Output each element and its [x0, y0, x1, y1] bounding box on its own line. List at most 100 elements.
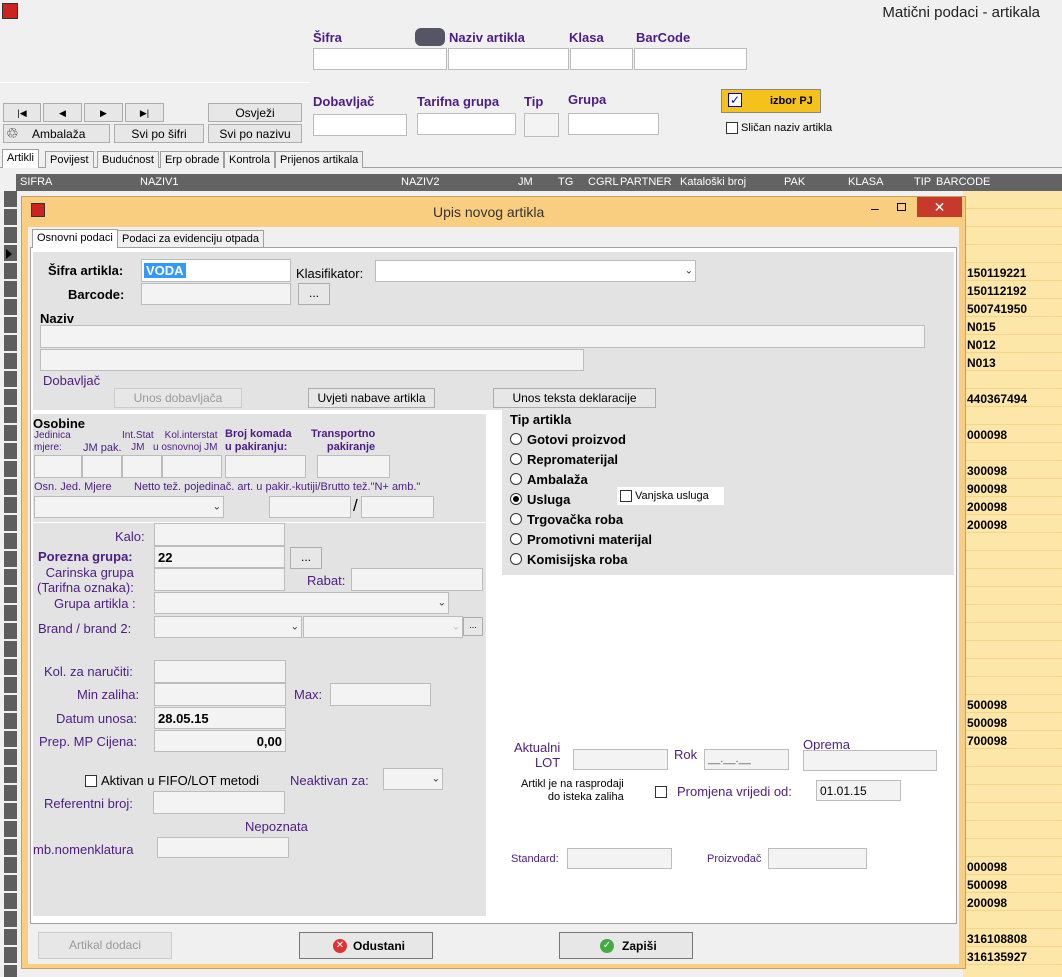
grid-cell: 700098 — [967, 734, 1008, 748]
neaktivan-label: Neaktivan za: — [290, 773, 369, 788]
tab-osnovni-podaci[interactable]: Osnovni podaci — [32, 229, 118, 248]
kol-narucit-input[interactable] — [154, 660, 286, 683]
promjena-input[interactable]: 01.01.15 — [816, 780, 901, 801]
sifra-search-input[interactable] — [313, 48, 447, 70]
last-record-button[interactable]: ▶| — [125, 103, 164, 122]
first-record-button[interactable]: |◀ — [3, 103, 41, 122]
aktivan-fifo-checkbox[interactable] — [85, 775, 97, 787]
kalo-input[interactable] — [154, 523, 285, 546]
zapisi-button[interactable]: ✓ Zapiši — [559, 932, 693, 959]
int-stat-input[interactable] — [122, 455, 162, 478]
brand-lookup-button[interactable]: ... — [463, 617, 483, 636]
ambalaza-button[interactable]: ♲ Ambalaža — [3, 124, 110, 143]
unos-teksta-button[interactable]: Unos teksta deklaracije — [493, 388, 656, 408]
maximize-button[interactable] — [897, 203, 906, 211]
osvjezi-button[interactable]: Osvježi — [208, 103, 302, 122]
brutto-input[interactable] — [361, 496, 434, 518]
naziv-search-input[interactable] — [448, 48, 569, 70]
max-input[interactable] — [330, 683, 431, 706]
kombinirana-input[interactable] — [157, 837, 289, 858]
tab-artikli[interactable]: Artikli — [2, 149, 39, 168]
brand2-select[interactable]: ⌄ — [303, 616, 463, 638]
dobavljac-search-input[interactable] — [313, 114, 407, 136]
tab-kontrola[interactable]: Kontrola — [224, 151, 275, 169]
jedinica-mjere-input[interactable] — [34, 455, 82, 478]
porezna-input[interactable]: 22 — [154, 546, 285, 568]
grid-row-indicators — [4, 191, 17, 977]
grid-cell: 900098 — [967, 482, 1008, 496]
jm-pak-label: JM pak. — [83, 442, 122, 454]
barcode-generate-button[interactable]: ... — [298, 283, 330, 305]
jm-pak-input[interactable] — [82, 455, 122, 478]
tarifna-search-input[interactable] — [417, 113, 516, 135]
tip-search-input[interactable] — [524, 113, 559, 137]
svi-po-nazivu-button[interactable]: Svi po nazivu — [208, 124, 302, 143]
prev-record-button[interactable]: ◀ — [43, 103, 82, 122]
radio-trgovacka[interactable] — [510, 513, 522, 525]
carinska-input[interactable] — [154, 568, 285, 591]
grupa-artikla-select[interactable]: ⌄ — [154, 592, 449, 614]
radio-promotivni[interactable] — [510, 533, 522, 545]
klasa-search-input[interactable] — [570, 48, 633, 70]
grupa-search-input[interactable] — [568, 113, 659, 135]
radio-repromaterijal[interactable] — [510, 453, 522, 465]
datum-label: Datum unosa: — [56, 711, 137, 726]
binoculars-icon[interactable] — [415, 28, 445, 46]
rasprodaja-checkbox[interactable] — [655, 786, 667, 798]
proizvodjac-input[interactable] — [768, 848, 867, 869]
datum-input[interactable]: 28.05.15 — [154, 707, 286, 729]
prep-mp-input[interactable]: 0,00 — [154, 730, 286, 752]
osn-jed-select[interactable]: ⌄ — [34, 496, 224, 518]
izbor-pj-button[interactable]: ✓ izbor PJ — [721, 89, 821, 113]
slican-checkbox[interactable] — [726, 122, 738, 134]
grid-cell: 200098 — [967, 896, 1008, 910]
radio-ambalaza[interactable] — [510, 473, 522, 485]
tab-erp-obrade[interactable]: Erp obrade — [160, 151, 225, 169]
svi-po-sifri-button[interactable]: Svi po šifri — [114, 124, 204, 143]
minimize-button[interactable]: – — [871, 200, 879, 216]
radio-komisijska[interactable] — [510, 553, 522, 565]
cancel-icon: ✕ — [333, 939, 347, 953]
tab-buducnost[interactable]: Budućnost — [97, 151, 159, 169]
vanjska-usluga-label: Vanjska usluga — [635, 490, 709, 502]
rabat-input[interactable] — [351, 568, 483, 591]
radio-gotovi[interactable] — [510, 433, 522, 445]
radio-usluga[interactable] — [510, 493, 522, 505]
tarifna-label: Tarifna grupa — [417, 94, 500, 109]
broj-komada-input[interactable] — [225, 455, 306, 478]
naziv2-input[interactable] — [40, 349, 584, 371]
standard-input[interactable] — [567, 848, 672, 869]
nepoznata-label: Nepoznata — [245, 819, 308, 834]
barcode-search-input[interactable] — [634, 48, 747, 70]
barcode-input[interactable] — [141, 283, 291, 305]
klasifikator-select[interactable]: ⌄ — [375, 260, 696, 282]
tab-prijenos[interactable]: Prijenos artikala — [275, 151, 364, 169]
lot-input[interactable] — [573, 749, 668, 770]
artikal-dodaci-button[interactable]: Artikal dodaci — [38, 932, 172, 959]
porezna-lookup-button[interactable]: ... — [290, 547, 322, 569]
oprema-input[interactable] — [803, 750, 937, 771]
min-zaliha-input[interactable] — [154, 683, 286, 706]
odustani-button[interactable]: ✕ Odustani — [299, 932, 433, 959]
app-title: Matični podaci - artikala — [882, 4, 1040, 21]
referentni-input[interactable] — [153, 791, 285, 814]
kol-interstat-input[interactable] — [162, 455, 222, 478]
osobine-label: Osobine — [33, 416, 86, 431]
rok-input[interactable]: __.__.__ — [704, 749, 789, 770]
unos-dobavljaca-button[interactable]: Unos dobavljača — [114, 388, 242, 408]
tab-evidencija-otpada[interactable]: Podaci za evidenciju otpada — [117, 230, 264, 248]
sifra-artikla-input[interactable]: VODA — [141, 259, 291, 282]
naziv1-input[interactable] — [40, 325, 925, 348]
netto-input[interactable] — [269, 496, 351, 518]
uvjeti-nabave-button[interactable]: Uvjeti nabave artikla — [308, 388, 435, 408]
transportno-input[interactable] — [317, 455, 390, 478]
brand-select[interactable]: ⌄ — [154, 616, 302, 638]
neaktivan-select[interactable]: ⌄ — [383, 768, 443, 790]
carinska-label: Carinska grupa (Tarifna oznaka): — [37, 565, 134, 595]
netto-label: Netto tež. pojedinač. art. u pakir.-kuti… — [134, 481, 421, 493]
tab-povijest[interactable]: Povijest — [45, 151, 94, 169]
close-button[interactable]: ✕ — [917, 197, 962, 217]
next-record-button[interactable]: ▶ — [84, 103, 123, 122]
grupa-artikla-label: Grupa artikla : — [54, 596, 136, 611]
vanjska-usluga-checkbox[interactable] — [620, 490, 632, 502]
